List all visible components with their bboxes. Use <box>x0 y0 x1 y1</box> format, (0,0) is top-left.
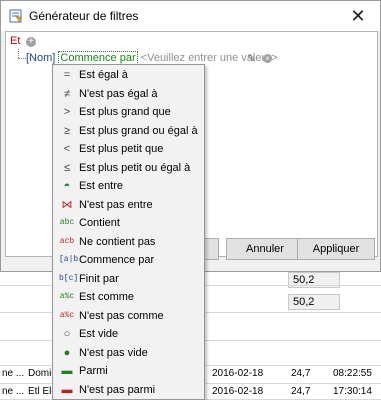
menu-item-label: Parmi <box>79 365 108 377</box>
operator-menu[interactable]: = Est égal à ≠ N'est pas égal à > Est pl… <box>52 64 205 400</box>
menu-item-label: Est égal à <box>79 69 128 81</box>
menu-item-label: N'est pas égal à <box>79 87 158 100</box>
menu-item-not-empty[interactable]: ● N'est pas vide <box>53 344 204 362</box>
menu-item-is-empty[interactable]: ○ Est vide <box>53 325 204 343</box>
menu-item-label: N'est pas entre <box>79 198 153 211</box>
not-between-icon: ⋈ <box>61 198 73 211</box>
condition-value[interactable]: <Veuillez entrer une valeur> <box>141 52 278 64</box>
row-cell: 24,7 <box>291 368 311 379</box>
close-icon: ✕ <box>350 6 366 26</box>
menu-item-not-in[interactable]: ▬ N'est pas parmi <box>53 381 204 399</box>
greater-or-equal-icon: ≥ <box>63 124 71 137</box>
menu-item-like[interactable]: a%c Est comme <box>53 288 204 306</box>
menu-item-label: Est plus grand ou égal à <box>79 124 198 137</box>
like-icon: a%c <box>59 292 75 301</box>
row-cell: 17:30:14 <box>333 386 372 397</box>
menu-item-contains[interactable]: abc Contient <box>53 214 204 232</box>
less-or-equal-icon: ≤ <box>63 161 71 174</box>
row-cell: 2016-02-18 <box>212 386 264 397</box>
menu-item-label: Contient <box>79 217 120 229</box>
menu-item-label: Commence par <box>79 254 155 266</box>
group-operator[interactable]: Et <box>10 35 20 47</box>
cancel-button[interactable]: Annuler <box>226 238 304 260</box>
row-cell: 2016-02-18 <box>212 368 264 379</box>
row-cell: ne ... <box>2 386 25 397</box>
menu-item-not-between[interactable]: ⋈ N'est pas entre <box>53 196 204 214</box>
tree-connector <box>18 49 19 58</box>
greater-than-icon: > <box>63 106 71 118</box>
tree-connector <box>18 58 26 59</box>
begins-with-icon: [a|b <box>59 255 79 264</box>
menu-item-in[interactable]: ▬ Parmi <box>53 362 204 380</box>
equals-icon: = <box>63 69 71 81</box>
between-icon: ◓ <box>63 180 71 192</box>
menu-item-between[interactable]: ◓ Est entre <box>53 177 204 195</box>
menu-item-ends-with[interactable]: b[c] Finit par <box>53 270 204 288</box>
menu-item-greater-or-equal[interactable]: ≥ Est plus grand ou égal à <box>53 122 204 140</box>
filled-circle-icon: ● <box>63 346 71 359</box>
menu-item-not-contains[interactable]: acb Ne contient pas <box>53 233 204 251</box>
menu-item-less[interactable]: < Est plus petit que <box>53 140 204 158</box>
menu-item-equals[interactable]: = Est égal à <box>53 66 204 84</box>
menu-item-label: Est plus petit que <box>79 143 164 155</box>
edit-icon[interactable]: ✎ <box>247 52 256 65</box>
remove-condition-icon[interactable]: × <box>263 54 272 63</box>
menu-item-greater[interactable]: > Est plus grand que <box>53 103 204 121</box>
menu-item-label: Est plus grand que <box>79 106 171 118</box>
menu-item-label: Ne contient pas <box>79 235 156 248</box>
menu-item-label: Est entre <box>79 180 124 192</box>
contains-icon: abc <box>59 218 75 227</box>
window-title: Générateur de filtres <box>29 9 139 23</box>
apply-button[interactable]: Appliquer <box>297 238 375 260</box>
close-button[interactable]: ✕ <box>336 1 380 31</box>
row-cell: 24,7 <box>291 386 311 397</box>
value-cell[interactable]: 50,2 <box>288 294 340 310</box>
menu-item-not-equals[interactable]: ≠ N'est pas égal à <box>53 85 204 103</box>
title-bar[interactable]: Générateur de filtres ✕ <box>1 1 380 31</box>
less-than-icon: < <box>63 143 71 155</box>
none-of-icon: ▬ <box>61 383 73 396</box>
empty-circle-icon: ○ <box>63 328 71 340</box>
menu-item-label: N'est pas vide <box>79 346 148 359</box>
menu-item-label: Est comme <box>79 291 135 303</box>
condition-operator[interactable]: Commence par <box>58 51 138 65</box>
menu-item-label: Finit par <box>79 272 119 285</box>
add-condition-icon[interactable]: + <box>26 37 36 47</box>
not-contains-icon: acb <box>59 236 75 246</box>
row-cell: 08:22:55 <box>333 368 372 379</box>
menu-item-label: Est vide <box>79 328 119 340</box>
not-like-icon: a%c <box>59 310 75 320</box>
menu-item-begins-with[interactable]: [a|b Commence par <box>53 251 204 269</box>
filter-condition: [Nom] Commence par <Veuillez entrer une … <box>26 51 278 65</box>
filter-builder-icon <box>9 9 23 23</box>
menu-item-label: N'est pas comme <box>79 309 164 322</box>
condition-field[interactable]: [Nom] <box>26 52 55 64</box>
menu-item-not-like[interactable]: a%c N'est pas comme <box>53 307 204 325</box>
menu-item-less-or-equal[interactable]: ≤ Est plus petit ou égal à <box>53 159 204 177</box>
any-of-icon: ▬ <box>61 365 73 377</box>
menu-item-label: N'est pas parmi <box>79 383 156 396</box>
row-cell: ne ... <box>2 368 25 379</box>
menu-item-label: Est plus petit ou égal à <box>79 161 191 174</box>
ends-with-icon: b[c] <box>59 273 79 283</box>
not-equals-icon: ≠ <box>63 87 71 100</box>
